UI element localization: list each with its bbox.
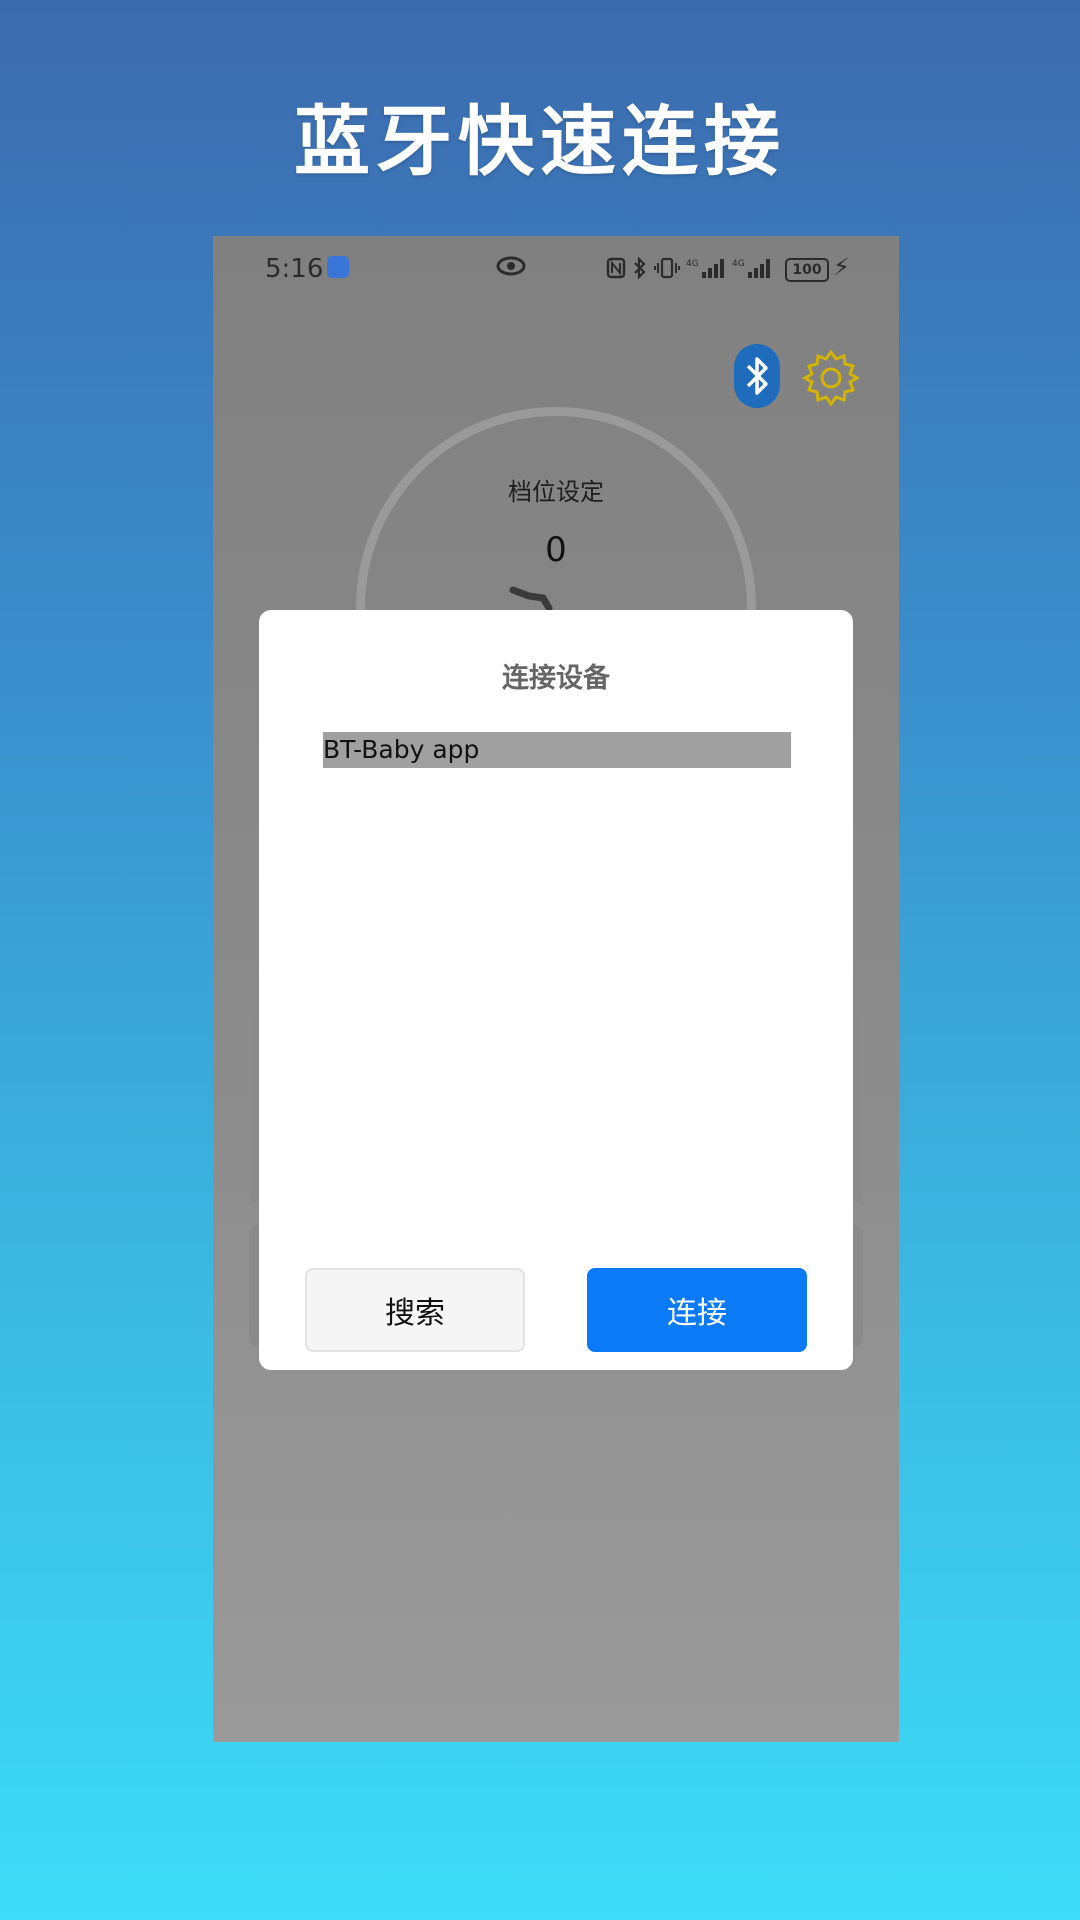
connect-device-dialog: 连接设备 BT-Baby app 搜索 连接 [259,610,853,1370]
bluetooth-status-icon [634,256,646,280]
svg-text:4G: 4G [686,259,699,269]
promo-headline: 蓝牙快速连接 [294,97,786,186]
nfc-icon [606,257,626,279]
dialog-title: 连接设备 [502,663,610,694]
bluetooth-icon [746,357,768,395]
battery-indicator: 100 [785,258,829,282]
signal-4g-icon: 4G [686,259,724,278]
signal-4g-icon-2: 4G [732,259,770,278]
status-time: 5:16 [265,254,324,284]
bluetooth-button[interactable] [734,344,780,408]
settings-button[interactable] [801,348,861,408]
dial-label: 档位设定 [508,478,604,506]
connect-button[interactable]: 连接 [587,1268,807,1352]
svg-text:4G: 4G [732,259,745,269]
phone-screen: 5:16 4G 4G 100 ⚡ 档位设定 0 连接设备 BT-Baby app… [213,236,899,1742]
gear-icon [801,349,861,407]
dial-value: 0 [545,530,567,570]
vibrate-icon [654,257,680,279]
search-button[interactable]: 搜索 [305,1268,525,1352]
device-list-item[interactable]: BT-Baby app [323,732,791,768]
charging-icon: ⚡ [833,253,850,281]
status-icons: 4G 4G [606,256,772,280]
notification-app-icon [327,256,349,278]
status-bar: 5:16 4G 4G 100 ⚡ [213,236,899,298]
eye-icon [496,254,526,284]
